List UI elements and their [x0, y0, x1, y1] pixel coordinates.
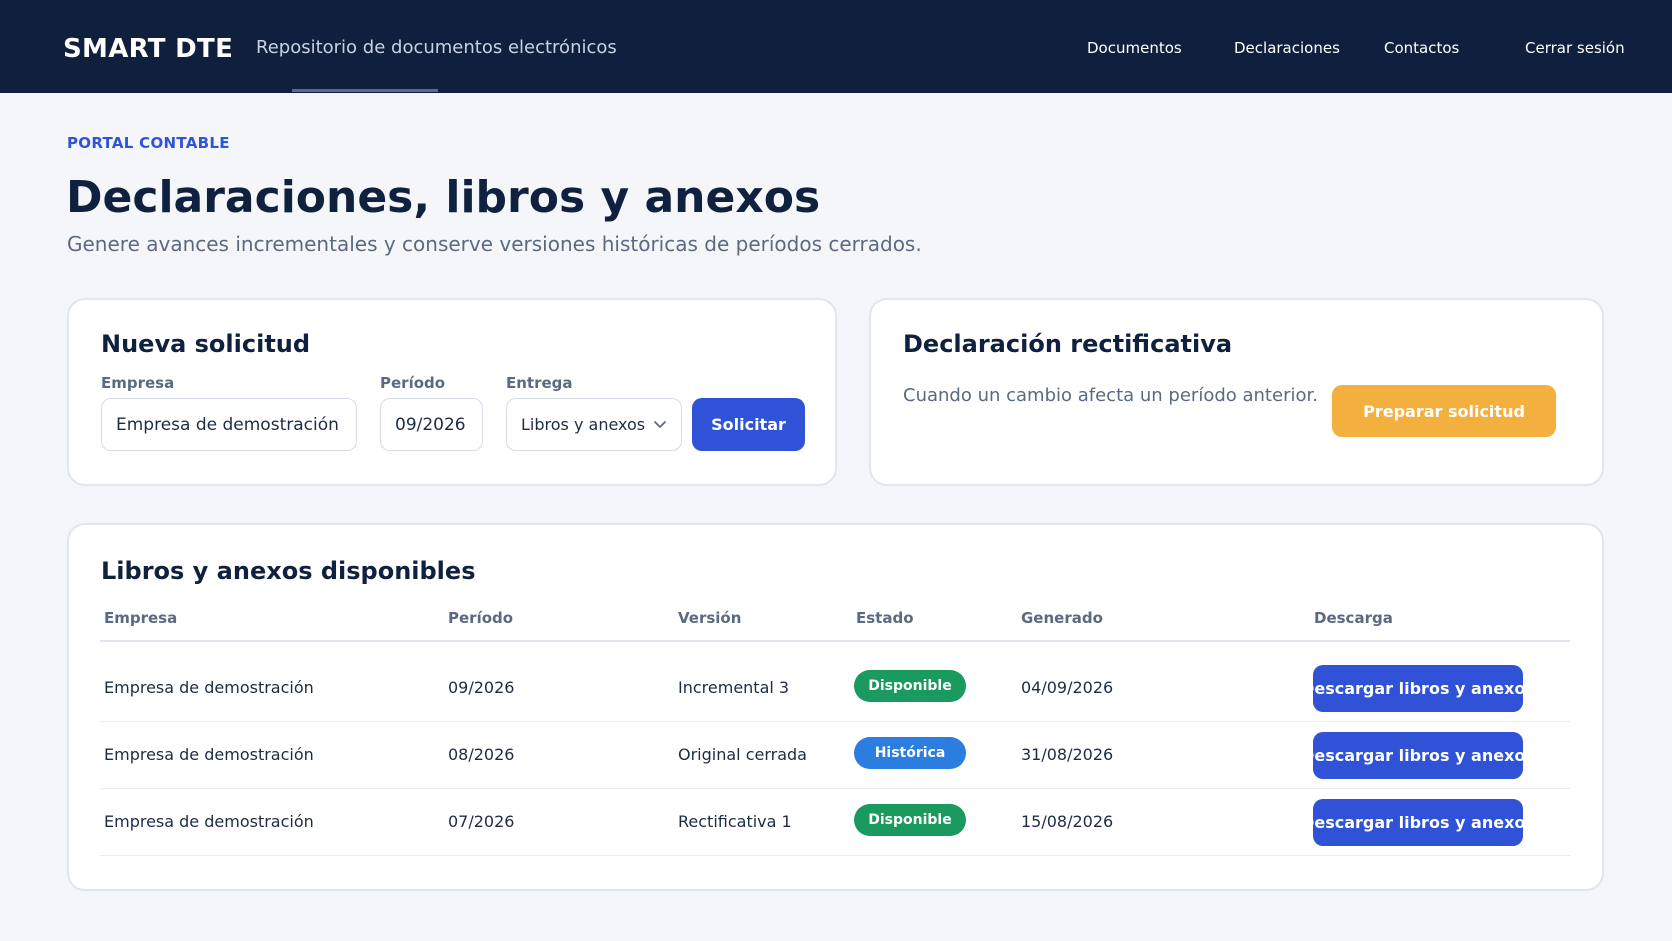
prepare-request-button[interactable]: Preparar solicitud — [1332, 385, 1556, 437]
new-request-card: Nueva solicitud Empresa Empresa de demos… — [67, 298, 837, 486]
cell-period: 07/2026 — [448, 812, 515, 831]
column-header-download[interactable]: Descarga — [1314, 609, 1393, 627]
status-badge: Histórica — [854, 737, 966, 769]
status-badge: Disponible — [854, 804, 966, 836]
nav-link-documentos[interactable]: Documentos — [1087, 39, 1182, 57]
row-divider — [100, 855, 1570, 856]
cell-company: Empresa de demostración — [104, 678, 314, 697]
available-books-title: Libros y anexos disponibles — [101, 557, 476, 585]
period-label: Período — [380, 374, 446, 392]
period-input-value: 09/2026 — [395, 414, 466, 435]
logout-link[interactable]: Cerrar sesión — [1525, 39, 1625, 57]
rectification-card: Declaración rectificativa Cuando un camb… — [869, 298, 1604, 486]
column-header-version[interactable]: Versión — [678, 609, 741, 627]
company-input-value: Empresa de demostración — [116, 414, 339, 435]
download-books-button[interactable]: Descargar libros y anexos — [1301, 732, 1535, 779]
app-tagline: Repositorio de documentos electrónicos — [256, 37, 617, 58]
active-tab-indicator — [292, 89, 438, 92]
section-eyebrow: PORTAL CONTABLE — [67, 134, 230, 152]
download-books-button[interactable]: Descargar libros y anexos — [1301, 799, 1535, 846]
cell-period: 08/2026 — [448, 745, 515, 764]
page-title: Declaraciones, libros y anexos — [66, 172, 821, 223]
column-header-period[interactable]: Período — [448, 609, 513, 627]
status-badge: Disponible — [854, 670, 966, 702]
rectification-title: Declaración rectificativa — [903, 330, 1233, 358]
submit-request-button[interactable]: Solicitar — [692, 398, 805, 451]
top-navigation-bar: SMART DTE Repositorio de documentos elec… — [0, 0, 1672, 93]
nav-link-contactos[interactable]: Contactos — [1384, 39, 1459, 57]
company-input[interactable]: Empresa de demostración — [101, 398, 357, 451]
delivery-label: Entrega — [506, 374, 573, 392]
cell-company: Empresa de demostración — [104, 745, 314, 764]
column-header-generated[interactable]: Generado — [1021, 609, 1103, 627]
row-divider — [100, 721, 1570, 722]
download-books-button[interactable]: Descargar libros y anexos — [1301, 665, 1535, 712]
period-input[interactable]: 09/2026 — [380, 398, 483, 451]
cell-period: 09/2026 — [448, 678, 515, 697]
nav-link-declaraciones[interactable]: Declaraciones — [1234, 39, 1340, 57]
table-header-divider — [100, 640, 1570, 642]
cell-company: Empresa de demostración — [104, 812, 314, 831]
column-header-status[interactable]: Estado — [856, 609, 914, 627]
page-subtitle: Genere avances incrementales y conserve … — [67, 232, 922, 256]
row-divider — [100, 788, 1570, 789]
cell-generated: 04/09/2026 — [1021, 678, 1114, 697]
chevron-down-icon — [654, 421, 666, 428]
cell-generated: 15/08/2026 — [1021, 812, 1114, 831]
cell-version: Incremental 3 — [678, 678, 790, 697]
company-label: Empresa — [101, 374, 175, 392]
delivery-select-value: Libros y anexos — [521, 415, 646, 434]
cell-generated: 31/08/2026 — [1021, 745, 1114, 764]
column-header-company[interactable]: Empresa — [104, 609, 177, 627]
new-request-title: Nueva solicitud — [101, 330, 311, 358]
brand-logo[interactable]: SMART DTE — [63, 34, 233, 64]
cell-version: Original cerrada — [678, 745, 807, 764]
cell-version: Rectificativa 1 — [678, 812, 792, 831]
rectification-description: Cuando un cambio afecta un período anter… — [903, 385, 1318, 406]
delivery-select[interactable]: Libros y anexos — [506, 398, 682, 451]
